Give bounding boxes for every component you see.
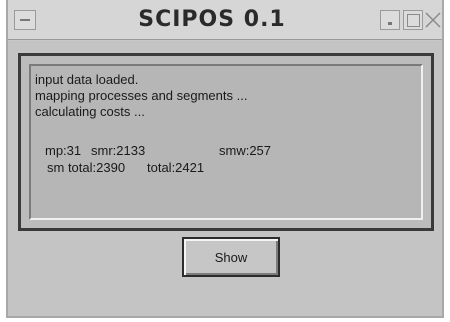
log-output: input data loaded. mapping processes and… [29,64,423,220]
log-frame: input data loaded. mapping processes and… [18,53,434,231]
stat-smr: smr:2133 [91,143,146,158]
app-window: SCIPOS 0.1 input data loaded. mapping pr… [6,0,444,318]
window-content: input data loaded. mapping processes and… [8,41,442,316]
close-icon[interactable] [424,10,442,30]
window-menu-icon[interactable] [14,10,36,30]
title-bar[interactable]: SCIPOS 0.1 [8,0,442,40]
stat-total: total:2421 [147,160,205,175]
log-line: mapping processes and segments ... [35,88,248,103]
stats-row-1: mp:31 smr:2133 smw:257 [35,142,417,159]
stats-row-2: sm total:2390 total:2421 [35,159,417,176]
stat-smw: smw:257 [219,143,272,158]
window-title: SCIPOS 0.1 [138,7,286,32]
minimize-icon[interactable] [380,10,400,30]
stats-block: mp:31 smr:2133 smw:257 sm total:2390 tot… [35,142,417,176]
log-line: calculating costs ... [35,104,145,119]
stat-mp: mp:31 [45,143,82,158]
show-button[interactable]: Show [182,237,280,277]
log-line: input data loaded. [35,72,139,87]
maximize-icon[interactable] [403,10,423,30]
stat-sm-total: sm total:2390 [47,160,126,175]
